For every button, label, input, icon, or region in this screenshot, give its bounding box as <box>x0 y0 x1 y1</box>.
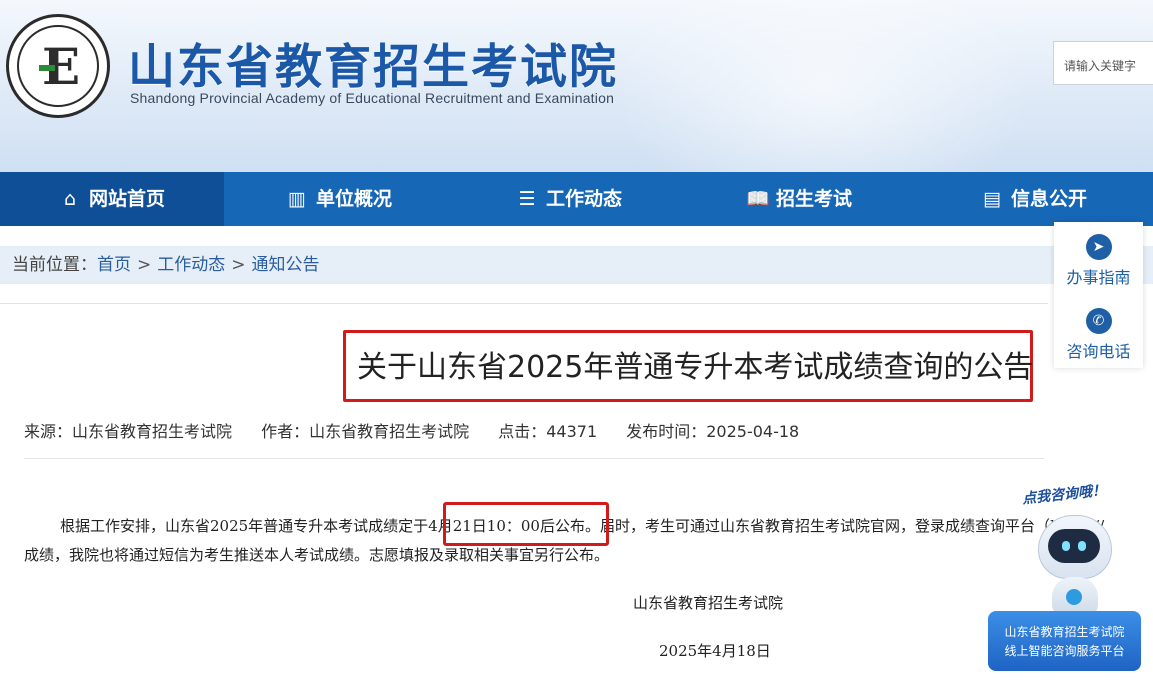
breadcrumb-news[interactable]: 工作动态 <box>157 255 225 275</box>
breadcrumb: 当前位置：首页 > 工作动态 > 通知公告 <box>0 246 1153 284</box>
home-icon: ⌂ <box>63 188 77 210</box>
phone-icon: ✆ <box>1085 308 1112 334</box>
robot-eye <box>1062 541 1070 551</box>
breadcrumb-home[interactable]: 首页 <box>97 255 131 275</box>
meta-published: 发布时间：2025-04-18 <box>626 422 800 441</box>
site-header: E 山东省教育招生考试院 Shandong Provincial Academy… <box>0 0 1153 172</box>
assistant-card[interactable]: 山东省教育招生考试院 线上智能咨询服务平台 <box>988 611 1141 671</box>
header-decoration <box>613 0 1033 172</box>
building-icon: ▥ <box>288 188 306 210</box>
nav-label: 单位概况 <box>315 188 392 210</box>
side-item-phone[interactable]: ✆ 咨询电话 <box>1054 308 1143 362</box>
book-icon: 📖 <box>745 188 770 210</box>
assistant-card-line2: 线上智能咨询服务平台 <box>1004 644 1125 658</box>
robot-heart <box>1066 589 1082 605</box>
article-date: 2025年4月18日 <box>659 642 771 660</box>
search-input[interactable]: 请输入关键字 <box>1053 41 1153 85</box>
nav-item-disclosure[interactable]: ▤ 信息公开 <box>914 172 1153 226</box>
article-title: 关于山东省2025年普通专升本考试成绩查询的公告 <box>357 350 1034 385</box>
nav-item-news[interactable]: ☰ 工作动态 <box>454 172 684 226</box>
side-item-guide[interactable]: ➤ 办事指南 <box>1054 234 1143 288</box>
side-label: 办事指南 <box>1066 268 1131 287</box>
nav-label: 招生考试 <box>775 188 852 210</box>
list-icon: ☰ <box>518 188 536 210</box>
robot-face <box>1048 529 1100 563</box>
breadcrumb-separator: > <box>231 255 246 275</box>
nav-item-exams[interactable]: 📖 招生考试 <box>684 172 914 226</box>
meta-source: 来源：山东省教育招生考试院 <box>24 422 233 441</box>
breadcrumb-prefix: 当前位置： <box>12 255 97 275</box>
compass-icon: ➤ <box>1085 234 1112 260</box>
info-icon: ▤ <box>983 188 1001 210</box>
meta-rule <box>24 458 1044 459</box>
meta-author: 作者：山东省教育招生考试院 <box>261 422 470 441</box>
nav-label: 信息公开 <box>1010 188 1087 210</box>
nav-label: 网站首页 <box>88 188 165 210</box>
assistant-robot-icon[interactable] <box>1030 515 1120 615</box>
breadcrumb-notices[interactable]: 通知公告 <box>252 255 320 275</box>
time-highlight-box <box>443 502 609 546</box>
site-logo[interactable]: E <box>6 14 110 118</box>
meta-clicks: 点击：44371 <box>498 422 598 441</box>
nav-label: 工作动态 <box>545 188 622 210</box>
logo-accent <box>39 65 55 71</box>
nav-item-home[interactable]: ⌂ 网站首页 <box>0 172 224 226</box>
site-subtitle: Shandong Provincial Academy of Education… <box>130 90 615 106</box>
article-signer: 山东省教育招生考试院 <box>633 594 784 612</box>
side-label: 咨询电话 <box>1066 342 1131 361</box>
assistant-card-line1: 山东省教育招生考试院 <box>1004 625 1125 639</box>
site-title: 山东省教育招生考试院 <box>128 40 618 95</box>
robot-eye <box>1078 541 1086 551</box>
assistant-prompt[interactable]: 点我咨询哦！ <box>1021 480 1107 509</box>
nav-item-overview[interactable]: ▥ 单位概况 <box>224 172 454 226</box>
article-meta: 来源：山东省教育招生考试院 作者：山东省教育招生考试院 点击：44371 发布时… <box>24 418 823 442</box>
main-nav: ⌂ 网站首页 ▥ 单位概况 ☰ 工作动态 📖 招生考试 ▤ 信息公开 <box>0 172 1153 226</box>
content-divider <box>0 303 1048 304</box>
breadcrumb-separator: > <box>137 255 152 275</box>
side-float-panel: ➤ 办事指南 ✆ 咨询电话 <box>1054 222 1143 368</box>
